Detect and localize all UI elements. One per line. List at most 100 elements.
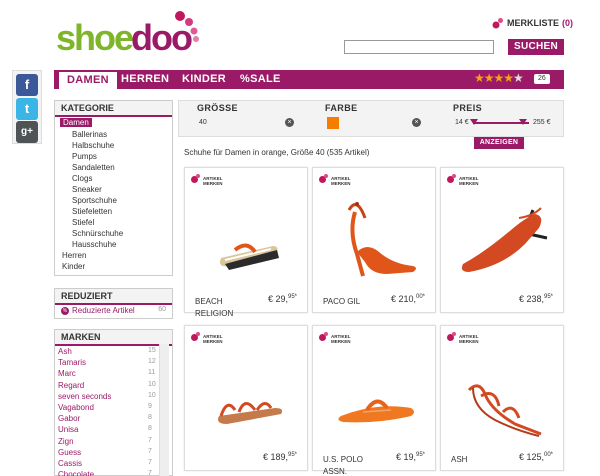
category-item[interactable]: Damen — [60, 118, 92, 127]
product-price: € 29,95* — [268, 294, 297, 304]
brand-item[interactable]: Zign — [58, 437, 74, 446]
merken-button[interactable]: ARTIKEL MERKEN — [319, 332, 351, 344]
merken-button[interactable]: ARTIKEL MERKEN — [191, 174, 223, 186]
category-item[interactable]: Sportschuhe — [72, 196, 117, 205]
product-card[interactable]: ARTIKEL MERKEN € 189,95* — [184, 325, 308, 471]
merken-button[interactable]: ARTIKEL MERKEN — [447, 174, 479, 186]
brand-count: 9 — [148, 403, 152, 410]
tab-damen[interactable]: DAMEN — [58, 71, 118, 89]
remove-farbe-icon[interactable]: × — [412, 118, 421, 127]
merken-label-2: MERKEN — [459, 339, 479, 344]
preis-max: 255 € — [533, 119, 551, 126]
category-item[interactable]: Halbschuhe — [72, 141, 114, 150]
anzeigen-button[interactable]: ANZEIGEN — [474, 137, 524, 149]
preis-label: PREIS — [453, 103, 483, 113]
product-image — [338, 399, 414, 423]
brand-item[interactable]: Unisa — [58, 425, 78, 434]
tab-herren[interactable]: HERREN — [121, 70, 169, 89]
brand-item[interactable]: seven seconds — [58, 392, 111, 401]
groesse-label: GRÖSSE — [197, 103, 238, 113]
category-item[interactable]: Herren — [62, 251, 86, 260]
brand-item[interactable]: Cassis — [58, 459, 82, 468]
product-name[interactable]: PACO GIL — [323, 296, 383, 308]
category-item[interactable]: Sneaker — [72, 185, 102, 194]
price-slider-min-handle[interactable] — [470, 119, 478, 125]
merken-label-2: MERKEN — [331, 339, 351, 344]
category-item[interactable]: Hausschuhe — [72, 240, 116, 249]
merken-button[interactable]: ARTIKEL MERKEN — [319, 174, 351, 186]
product-price-main: € 29, — [267, 294, 288, 304]
product-price: € 19,95* — [396, 452, 425, 462]
brand-count: 10 — [148, 391, 156, 399]
merken-label-2: MERKEN — [459, 181, 479, 186]
product-card[interactable]: ARTIKEL MERKEN BEACH RELIGION € 29,95* — [184, 167, 308, 318]
brand-item[interactable]: Vagabond — [58, 403, 94, 412]
category-item[interactable]: Sandaletten — [72, 163, 115, 172]
facebook-icon[interactable]: f — [16, 74, 38, 96]
brand-item[interactable]: Regard — [58, 381, 84, 390]
remove-groesse-icon[interactable]: × — [285, 118, 294, 127]
product-card[interactable]: ARTIKEL MERKEN € 238,95* — [440, 167, 564, 313]
product-price-cents: 95* — [287, 452, 297, 458]
product-name[interactable]: U.S. POLO ASSN. — [323, 454, 383, 476]
rating-count: 26 — [534, 74, 550, 84]
search-button[interactable]: SUCHEN — [508, 39, 564, 55]
merken-button[interactable]: ARTIKEL MERKEN — [191, 332, 223, 344]
category-item[interactable]: Kinder — [62, 262, 85, 271]
product-price-main: € 189, — [262, 452, 288, 462]
category-item[interactable]: Stiefeletten — [72, 207, 112, 216]
category-item[interactable]: Clogs — [72, 174, 92, 183]
product-card[interactable]: ARTIKEL MERKEN PACO GIL € 210,00* — [312, 167, 436, 313]
brand-item[interactable]: Ash — [58, 347, 72, 356]
tab-sale[interactable]: %SALE — [240, 70, 281, 89]
marken-title: MARKEN — [55, 330, 172, 346]
brand-item[interactable]: Tamaris — [58, 358, 86, 367]
marken-scrollbar[interactable] — [159, 344, 169, 476]
merken-label-2: MERKEN — [203, 339, 223, 344]
tab-kinder[interactable]: KINDER — [182, 70, 226, 89]
brand-item[interactable]: Gabor — [58, 414, 80, 423]
brand-count: 7 — [148, 459, 152, 466]
brand-item[interactable]: Guess — [58, 448, 81, 457]
percent-badge-icon: % — [61, 306, 69, 315]
product-price-cents: 95* — [543, 294, 553, 300]
product-image — [467, 384, 542, 437]
reduziert-count: 60 — [158, 306, 166, 313]
merkliste-link[interactable]: MERKLISTE (0) — [492, 17, 573, 29]
category-item[interactable]: Pumps — [72, 152, 97, 161]
reduziert-filter[interactable]: % Reduzierte Artikel — [61, 306, 135, 315]
brand-item[interactable]: Chocolate — [58, 470, 94, 476]
product-price: € 125,00* — [519, 452, 553, 462]
price-slider-max-handle[interactable] — [519, 119, 527, 125]
google-plus-icon[interactable]: g+ — [16, 121, 38, 143]
brand-count: 7 — [148, 436, 152, 444]
brand-count: 8 — [148, 414, 152, 422]
product-image — [347, 202, 416, 277]
product-price: € 210,00* — [391, 294, 425, 304]
farbe-label: FARBE — [325, 103, 358, 113]
twitter-icon[interactable]: t — [16, 98, 38, 120]
category-item[interactable]: Ballerinas — [72, 130, 107, 139]
product-image — [461, 207, 548, 272]
brand-count: 8 — [148, 425, 152, 433]
product-card[interactable]: ARTIKEL MERKEN ASH € 125,00* — [440, 325, 564, 471]
reduziert-title: REDUZIERT — [55, 289, 172, 305]
product-name[interactable]: ASH — [451, 454, 511, 466]
merkliste-count: (0) — [562, 18, 574, 28]
category-item[interactable]: Stiefel — [72, 218, 94, 227]
brand-count: 12 — [148, 358, 156, 366]
brand-item[interactable]: Marc — [58, 369, 76, 378]
logo-text-doo: doo — [131, 17, 192, 58]
product-price-cents: 00* — [543, 452, 553, 458]
rating-stars[interactable]: ★★★★★ — [474, 71, 524, 85]
category-item[interactable]: Schnürschuhe — [72, 229, 123, 238]
merkliste-label: MERKLISTE — [507, 18, 560, 28]
product-name[interactable]: BEACH RELIGION — [195, 296, 255, 320]
product-price-main: € 125, — [518, 452, 544, 462]
product-price: € 238,95* — [519, 294, 553, 304]
product-price-cents: 95* — [287, 294, 297, 300]
merken-button[interactable]: ARTIKEL MERKEN — [447, 332, 479, 344]
shoedoo-logo[interactable]: shoe doo — [56, 8, 216, 60]
search-input[interactable] — [344, 40, 494, 54]
product-card[interactable]: ARTIKEL MERKEN U.S. POLO ASSN. € 19,95* — [312, 325, 436, 476]
